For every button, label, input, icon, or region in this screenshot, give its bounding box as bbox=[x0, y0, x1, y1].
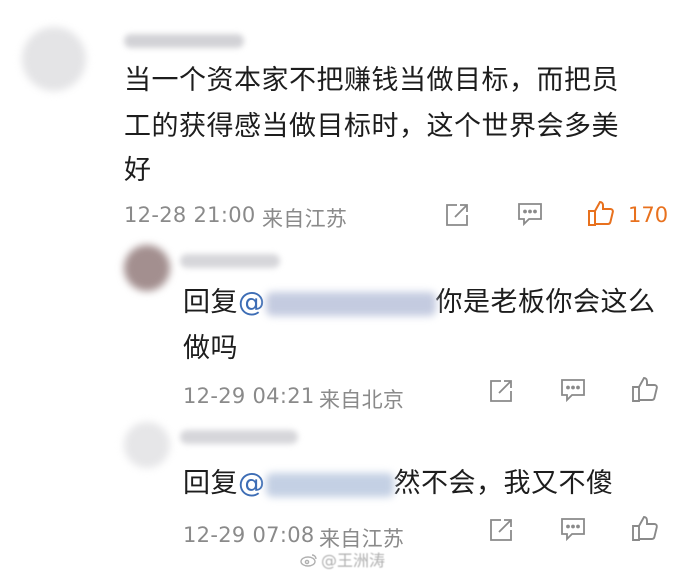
watermark: @王洲涛 bbox=[300, 547, 385, 571]
share-icon[interactable] bbox=[486, 515, 516, 545]
comment-icon[interactable] bbox=[558, 375, 588, 405]
comment-icon[interactable] bbox=[515, 199, 545, 229]
reply-2-text-line-1: 回复@ 然不会，我又不傻 bbox=[183, 461, 614, 507]
comment-icon[interactable] bbox=[558, 514, 588, 544]
username-blurred[interactable] bbox=[124, 34, 244, 48]
mention-name-blurred[interactable] bbox=[265, 472, 394, 497]
like-count: 170 bbox=[628, 203, 669, 227]
like-icon-active[interactable] bbox=[586, 198, 616, 228]
avatar[interactable] bbox=[22, 27, 86, 91]
mention-name-blurred[interactable] bbox=[265, 291, 436, 316]
avatar[interactable] bbox=[124, 422, 170, 468]
reply-text: 然不会，我又不傻 bbox=[393, 468, 614, 499]
share-icon[interactable] bbox=[442, 200, 472, 230]
comment-text-line-3: 好 bbox=[124, 155, 152, 186]
reply-location: 来自北京 bbox=[319, 388, 405, 412]
reply-time: 12-29 07:08 bbox=[183, 523, 315, 547]
like-icon[interactable] bbox=[630, 374, 660, 404]
share-icon[interactable] bbox=[486, 376, 516, 406]
mention-link[interactable]: @ bbox=[238, 468, 266, 499]
avatar[interactable] bbox=[124, 245, 170, 291]
reply-prefix: 回复 bbox=[183, 287, 238, 318]
comment-location: 来自江苏 bbox=[262, 207, 348, 231]
like-icon[interactable] bbox=[630, 513, 660, 543]
mention-link[interactable]: @ bbox=[238, 287, 266, 318]
comment-time: 12-28 21:00 bbox=[124, 203, 256, 227]
comment-text-line-1: 当一个资本家不把赚钱当做目标，而把员 bbox=[124, 65, 619, 96]
reply-prefix: 回复 bbox=[183, 468, 238, 499]
weibo-logo-icon bbox=[300, 552, 318, 567]
watermark-text: @王洲涛 bbox=[321, 551, 386, 570]
reply-1-text-line-2: 做吗 bbox=[183, 333, 238, 364]
reply-1-text-line-1: 回复@ 你是老板你会这么 bbox=[183, 280, 656, 326]
reply-text: 你是老板你会这么 bbox=[435, 287, 656, 318]
reply-time: 12-29 04:21 bbox=[183, 384, 315, 408]
username-blurred[interactable] bbox=[180, 430, 298, 444]
comment-text-line-2: 工的获得感当做目标时，这个世界会多美 bbox=[124, 111, 619, 142]
username-blurred[interactable] bbox=[180, 254, 280, 268]
